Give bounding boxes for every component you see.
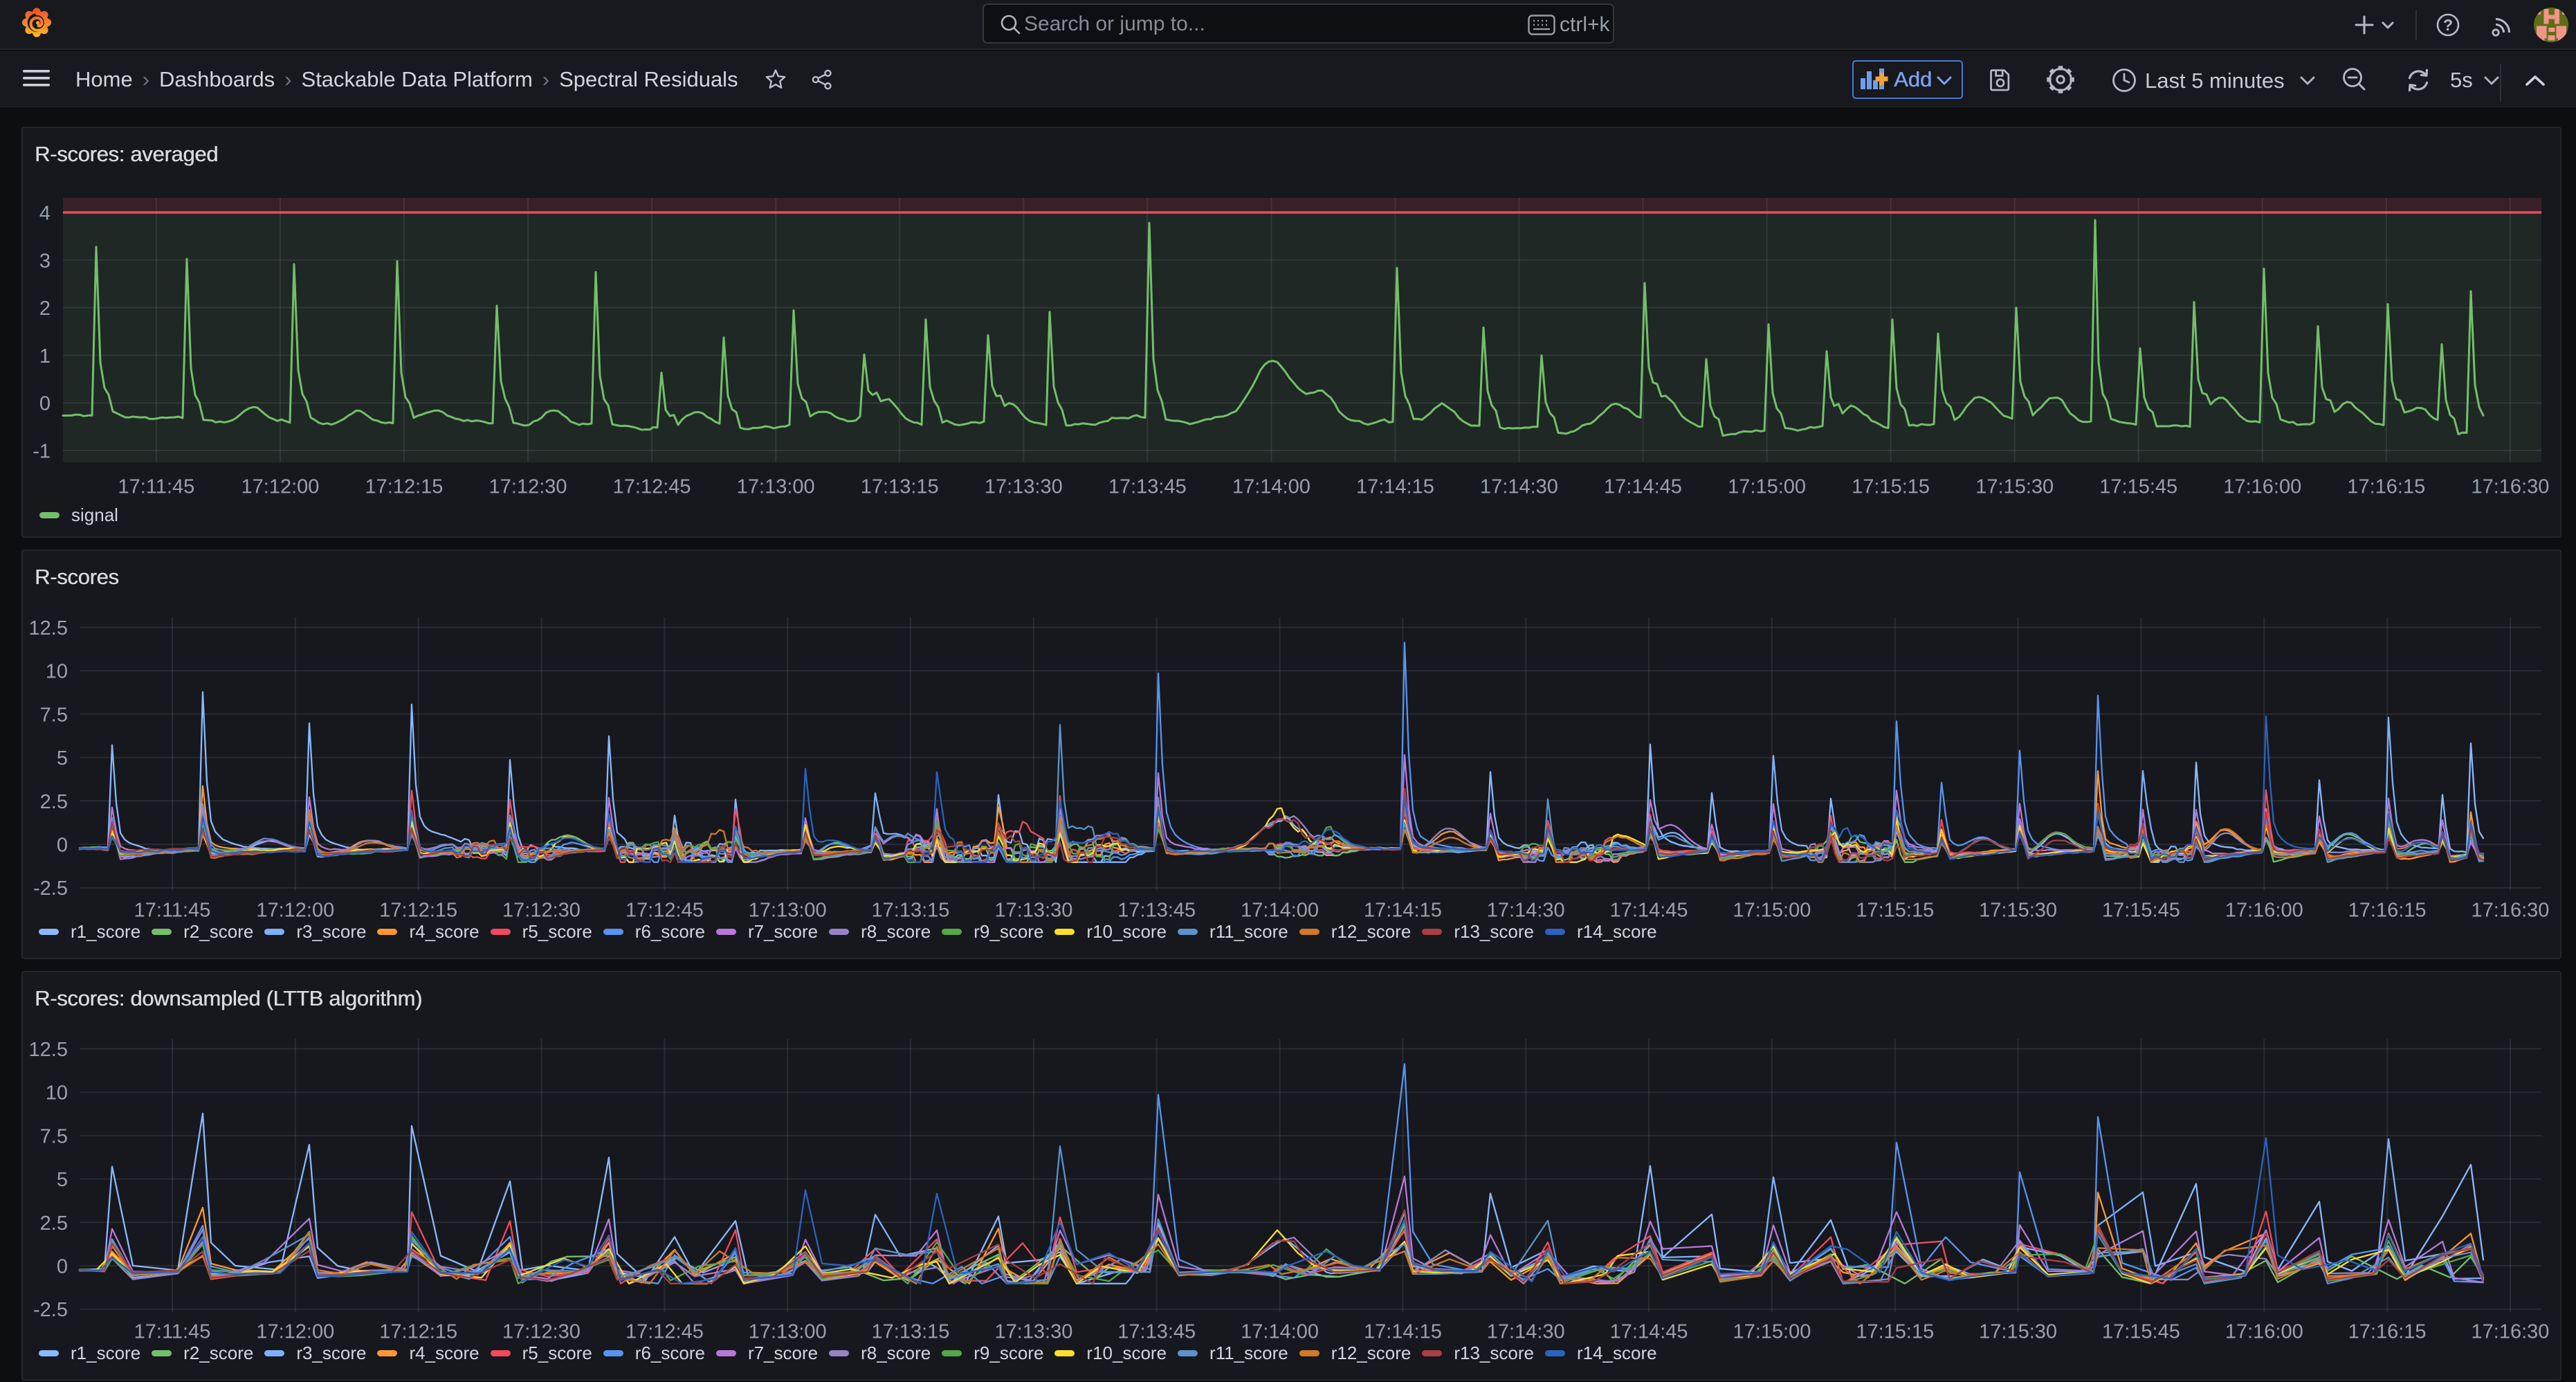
svg-text:10: 10 xyxy=(46,1082,68,1104)
svg-text:17:15:30: 17:15:30 xyxy=(1979,1321,2057,1343)
svg-text:12.5: 12.5 xyxy=(29,1039,68,1061)
svg-text:17:14:15: 17:14:15 xyxy=(1356,476,1434,498)
svg-text:17:15:15: 17:15:15 xyxy=(1856,1321,1934,1343)
svg-text:1: 1 xyxy=(39,345,51,367)
svg-text:17:14:45: 17:14:45 xyxy=(1604,476,1682,498)
svg-text:17:14:30: 17:14:30 xyxy=(1487,900,1565,922)
svg-text:0: 0 xyxy=(39,393,51,415)
svg-text:17:16:30: 17:16:30 xyxy=(2472,900,2550,922)
svg-text:17:14:00: 17:14:00 xyxy=(1241,1321,1319,1343)
svg-text:17:13:15: 17:13:15 xyxy=(872,900,950,922)
svg-text:17:14:15: 17:14:15 xyxy=(1364,900,1442,922)
svg-text:3: 3 xyxy=(39,250,51,272)
svg-text:17:15:00: 17:15:00 xyxy=(1728,476,1806,498)
svg-text:17:16:00: 17:16:00 xyxy=(2225,1321,2303,1343)
svg-text:17:16:30: 17:16:30 xyxy=(2472,1321,2550,1343)
svg-text:17:14:30: 17:14:30 xyxy=(1487,1321,1565,1343)
svg-text:17:13:30: 17:13:30 xyxy=(985,476,1063,498)
svg-text:17:13:15: 17:13:15 xyxy=(861,476,939,498)
svg-text:?: ? xyxy=(2443,16,2453,34)
svg-text:17:14:30: 17:14:30 xyxy=(1480,476,1558,498)
svg-text:17:15:30: 17:15:30 xyxy=(1979,900,2057,922)
svg-text:17:12:00: 17:12:00 xyxy=(256,1321,334,1343)
svg-text:17:12:45: 17:12:45 xyxy=(613,476,691,498)
svg-text:17:13:45: 17:13:45 xyxy=(1108,476,1187,498)
svg-text:5: 5 xyxy=(57,747,68,770)
svg-text:7.5: 7.5 xyxy=(40,704,68,726)
svg-text:17:13:45: 17:13:45 xyxy=(1117,900,1196,922)
svg-text:17:13:00: 17:13:00 xyxy=(749,1321,827,1343)
svg-text:17:16:30: 17:16:30 xyxy=(2471,476,2549,498)
svg-text:17:15:45: 17:15:45 xyxy=(2102,1321,2180,1343)
svg-text:17:14:45: 17:14:45 xyxy=(1610,1321,1688,1343)
svg-text:2: 2 xyxy=(39,298,51,320)
svg-text:17:13:15: 17:13:15 xyxy=(872,1321,950,1343)
svg-text:17:15:45: 17:15:45 xyxy=(2099,476,2177,498)
svg-text:17:13:45: 17:13:45 xyxy=(1117,1321,1196,1343)
svg-text:-2.5: -2.5 xyxy=(33,878,68,900)
svg-text:17:12:00: 17:12:00 xyxy=(241,476,320,498)
svg-text:5: 5 xyxy=(57,1169,68,1191)
svg-text:17:12:30: 17:12:30 xyxy=(489,476,567,498)
svg-text:17:15:00: 17:15:00 xyxy=(1733,1321,1811,1343)
svg-text:17:12:15: 17:12:15 xyxy=(379,1321,457,1343)
svg-text:0: 0 xyxy=(57,835,68,857)
svg-text:17:15:15: 17:15:15 xyxy=(1852,476,1930,498)
svg-text:17:14:00: 17:14:00 xyxy=(1241,900,1319,922)
svg-text:17:13:30: 17:13:30 xyxy=(994,900,1072,922)
svg-text:17:12:15: 17:12:15 xyxy=(365,476,444,498)
svg-text:2.5: 2.5 xyxy=(40,1212,68,1235)
svg-text:17:16:15: 17:16:15 xyxy=(2348,1321,2427,1343)
svg-text:-2.5: -2.5 xyxy=(33,1299,68,1321)
svg-text:10: 10 xyxy=(46,661,68,683)
svg-text:0: 0 xyxy=(57,1256,68,1278)
svg-text:17:16:15: 17:16:15 xyxy=(2348,900,2427,922)
svg-text:17:14:15: 17:14:15 xyxy=(1364,1321,1442,1343)
svg-text:-1: -1 xyxy=(33,441,51,463)
svg-text:17:11:45: 17:11:45 xyxy=(118,476,195,498)
svg-text:17:11:45: 17:11:45 xyxy=(134,1321,211,1343)
svg-text:17:14:45: 17:14:45 xyxy=(1610,900,1688,922)
svg-text:17:13:00: 17:13:00 xyxy=(737,476,815,498)
svg-text:17:15:30: 17:15:30 xyxy=(1975,476,2054,498)
svg-text:17:12:15: 17:12:15 xyxy=(379,900,457,922)
svg-text:17:16:15: 17:16:15 xyxy=(2347,476,2425,498)
svg-text:17:16:00: 17:16:00 xyxy=(2225,900,2303,922)
svg-text:17:12:00: 17:12:00 xyxy=(256,900,334,922)
svg-text:17:12:30: 17:12:30 xyxy=(502,1321,581,1343)
svg-text:17:13:30: 17:13:30 xyxy=(994,1321,1072,1343)
svg-text:17:16:00: 17:16:00 xyxy=(2223,476,2301,498)
svg-text:17:13:00: 17:13:00 xyxy=(749,900,827,922)
svg-text:12.5: 12.5 xyxy=(29,617,68,639)
svg-text:17:15:00: 17:15:00 xyxy=(1733,900,1811,922)
svg-text:4: 4 xyxy=(39,203,51,225)
svg-text:2.5: 2.5 xyxy=(40,791,68,813)
svg-text:17:15:15: 17:15:15 xyxy=(1856,900,1934,922)
svg-text:17:12:45: 17:12:45 xyxy=(625,1321,704,1343)
svg-text:17:12:30: 17:12:30 xyxy=(502,900,581,922)
svg-text:17:15:45: 17:15:45 xyxy=(2102,900,2180,922)
svg-text:17:11:45: 17:11:45 xyxy=(134,900,211,922)
svg-text:7.5: 7.5 xyxy=(40,1125,68,1147)
svg-text:17:14:00: 17:14:00 xyxy=(1232,476,1310,498)
svg-text:17:12:45: 17:12:45 xyxy=(625,900,704,922)
